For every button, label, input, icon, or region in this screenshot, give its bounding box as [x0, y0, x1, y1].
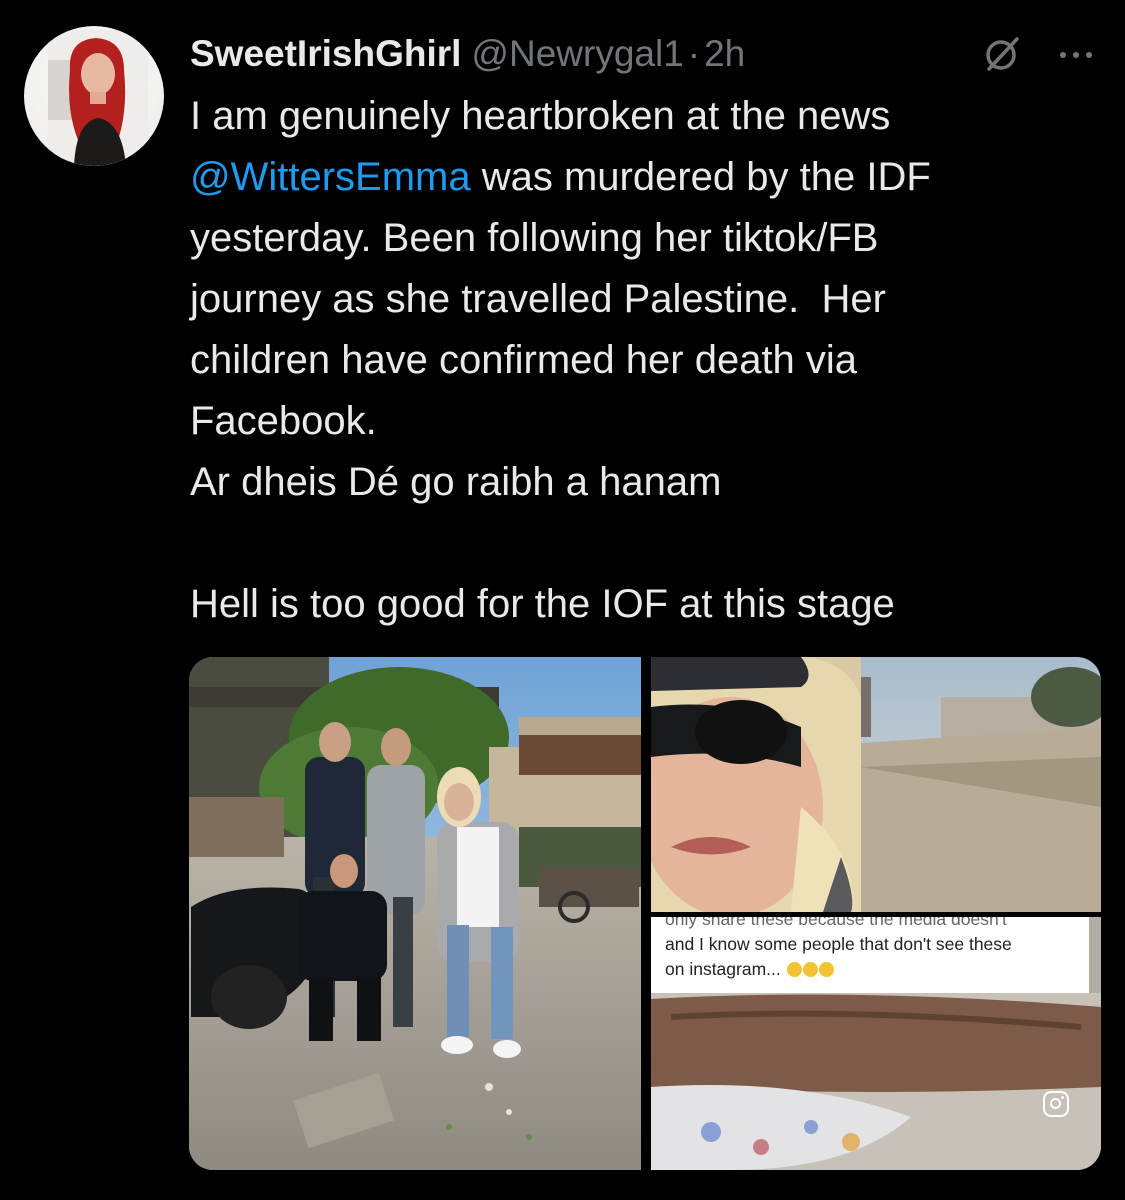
- video-selfie-frame[interactable]: [651, 657, 1101, 912]
- display-name[interactable]: SweetIrishGhirl: [190, 33, 461, 75]
- caption-line2: on instagram...: [665, 959, 781, 979]
- photo-street-group[interactable]: [189, 657, 641, 1170]
- caption-line1: and I know some people that don't see th…: [665, 934, 1012, 954]
- tweet-text: I am genuinely heartbroken at the news @…: [190, 86, 1090, 635]
- avatar-photo: [48, 30, 148, 166]
- instagram-screenshot[interactable]: only share these because the media doesn…: [651, 917, 1101, 1170]
- separator-dot: ·: [687, 33, 701, 74]
- timestamp[interactable]: 2h: [704, 33, 745, 75]
- mention-link[interactable]: @WittersEmma: [190, 155, 471, 199]
- instagram-icon: [1043, 1091, 1069, 1117]
- sad-face-emoji-icon: [786, 962, 802, 977]
- tweet-text-line1: I am genuinely heartbroken at the news: [190, 94, 891, 138]
- tweet-text-line2: was murdered by the IDF: [470, 155, 931, 199]
- caption-cut-line: only share these because the media doesn…: [665, 917, 1007, 929]
- user-handle[interactable]: @Newrygal1: [471, 33, 683, 75]
- avatar[interactable]: [24, 26, 164, 166]
- grok-icon[interactable]: [982, 34, 1022, 74]
- instagram-caption: only share these because the media doesn…: [651, 917, 1089, 993]
- tweet-header: SweetIrishGhirl @Newrygal1 · 2h: [190, 26, 1100, 82]
- tweet-text-body: yesterday. Been following her tiktok/FB …: [190, 216, 895, 626]
- sad-face-emoji-icon: [802, 962, 818, 977]
- media-grid[interactable]: only share these because the media doesn…: [189, 657, 1101, 1170]
- more-icon[interactable]: [1056, 38, 1096, 70]
- sad-face-emoji-icon: [818, 962, 834, 977]
